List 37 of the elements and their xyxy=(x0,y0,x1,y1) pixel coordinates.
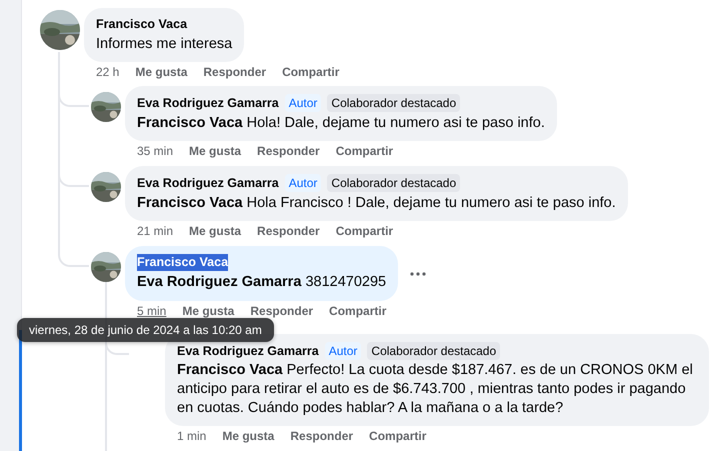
author-name[interactable]: Eva Rodriguez Gamarra xyxy=(177,342,319,360)
comment-text: Francisco Vaca Hola Francisco ! Dale, dejame tu numero asi te paso info. xyxy=(137,194,616,213)
contributor-badge: Colaborador destacado xyxy=(367,342,500,360)
action-link[interactable]: Compartir xyxy=(336,224,394,238)
action-link[interactable]: Responder xyxy=(250,304,314,318)
action-link[interactable]: Compartir xyxy=(329,304,386,318)
action-link[interactable]: Responder xyxy=(203,65,266,79)
action-link[interactable]: Me gusta xyxy=(135,65,188,79)
author-name[interactable]: Eva Rodriguez Gamarra xyxy=(137,94,279,112)
action-link[interactable]: Me gusta xyxy=(189,224,242,238)
author-badge: Autor xyxy=(284,94,322,112)
action-link[interactable]: Compartir xyxy=(369,429,426,443)
timestamp-link[interactable]: 35 min xyxy=(137,144,174,158)
contributor-badge: Colaborador destacado xyxy=(327,94,460,112)
author-name[interactable]: Francisco Vaca xyxy=(96,16,188,33)
author-name[interactable]: Eva Rodriguez Gamarra xyxy=(137,174,279,192)
timestamp-link[interactable]: 5 min xyxy=(137,304,166,318)
contributor-badge: Colaborador destacado xyxy=(327,174,460,192)
action-link[interactable]: Responder xyxy=(257,144,320,158)
action-link[interactable]: Me gusta xyxy=(182,304,234,318)
comment-text: Francisco Vaca Hola! Dale, dejame tu numero asi te paso info. xyxy=(137,114,545,133)
comment-text: Francisco Vaca Perfecto! La cuota desde $187.467. es de un CRONOS 0KM el anticipo para retirar el auto es de $6.743.700 , mientras tanto podes ir pagando en cuotas. Cuándo podes hablar? A la mañana o a la tarde? xyxy=(177,361,694,418)
action-link[interactable]: Compartir xyxy=(282,65,340,79)
timestamp-link[interactable]: 1 min xyxy=(177,429,206,443)
author-badge: Autor xyxy=(284,174,322,192)
action-link[interactable]: Responder xyxy=(290,429,354,443)
timestamp-link[interactable]: 22 h xyxy=(96,65,120,79)
timestamp-link[interactable]: 21 min xyxy=(137,224,174,238)
action-link[interactable]: Responder xyxy=(257,224,320,238)
date-tooltip: viernes, 28 de junio de 2024 a las 10:20 am xyxy=(17,318,274,342)
comment-text: Informes me interesa xyxy=(96,35,232,54)
action-link[interactable]: Compartir xyxy=(336,144,394,158)
action-link[interactable]: Me gusta xyxy=(222,429,274,443)
comment-text: Eva Rodriguez Gamarra 3812470295 xyxy=(137,273,386,292)
more-icon[interactable] xyxy=(410,272,426,276)
author-badge: Autor xyxy=(324,342,362,360)
action-link[interactable]: Me gusta xyxy=(189,144,242,158)
